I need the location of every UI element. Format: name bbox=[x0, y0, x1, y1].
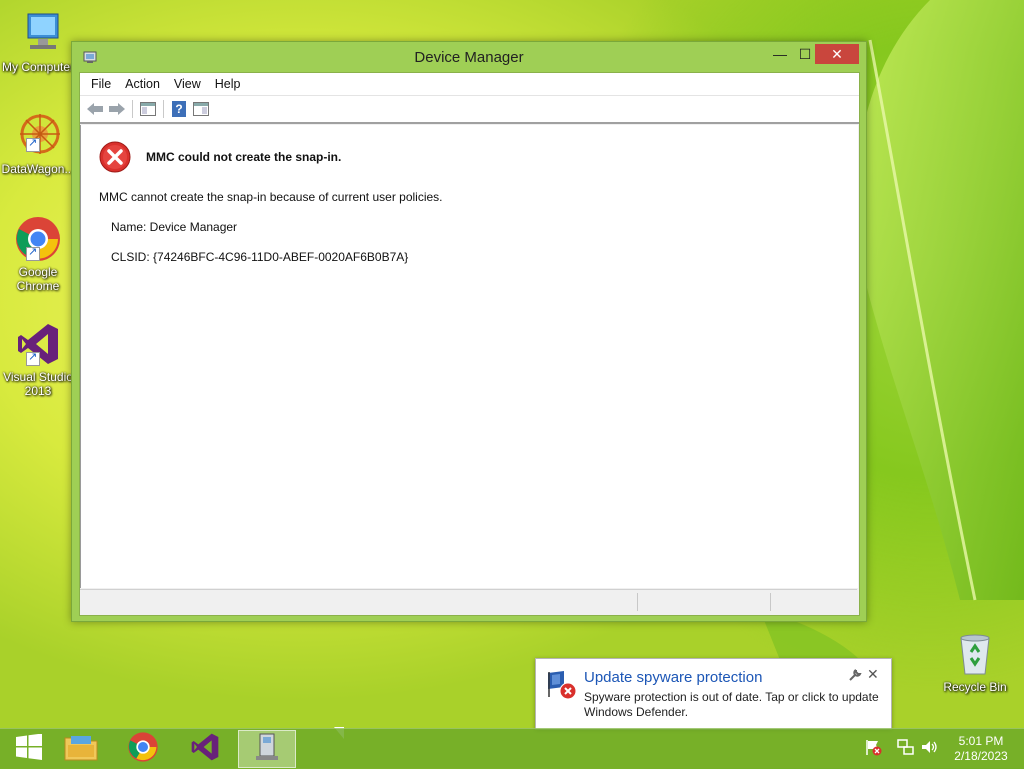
shortcut-arrow-icon bbox=[26, 350, 40, 366]
network-icon[interactable] bbox=[896, 738, 918, 761]
error-clsid: CLSID: {74246BFC-4C96-11D0-ABEF-0020AF6B… bbox=[111, 250, 409, 264]
forward-arrow-icon[interactable] bbox=[106, 99, 128, 119]
error-message: MMC cannot create the snap-in because of… bbox=[99, 190, 443, 204]
system-tray bbox=[864, 729, 942, 769]
folder-icon bbox=[64, 733, 98, 766]
chrome-icon bbox=[127, 731, 159, 768]
volume-icon[interactable] bbox=[920, 738, 942, 761]
status-bar bbox=[80, 589, 857, 614]
device-manager-icon bbox=[252, 732, 282, 767]
computer-icon bbox=[14, 10, 62, 58]
menu-file[interactable]: File bbox=[84, 77, 118, 91]
taskbar-device-manager[interactable] bbox=[238, 730, 296, 768]
toolbar-separator bbox=[163, 100, 164, 118]
menu-view[interactable]: View bbox=[167, 77, 208, 91]
status-bar-separator bbox=[637, 593, 638, 611]
status-bar-separator bbox=[770, 593, 771, 611]
show-hide-console-tree-icon[interactable] bbox=[137, 99, 159, 119]
clock-date: 2/18/2023 bbox=[954, 749, 1008, 763]
windows-defender-icon bbox=[546, 669, 578, 701]
desktop-icon-label: Recycle Bin bbox=[943, 680, 1007, 694]
shortcut-arrow-icon bbox=[26, 136, 40, 152]
error-title: MMC could not create the snap-in. bbox=[146, 150, 342, 164]
desktop-icon-my-computer[interactable]: My Computer bbox=[0, 10, 76, 74]
desktop-icon-datawagon[interactable]: DataWagon... bbox=[0, 112, 76, 176]
device-manager-window: Device Manager — ☐ ✕ File Action View He… bbox=[71, 41, 867, 622]
help-icon[interactable]: ? bbox=[168, 99, 190, 119]
datawagon-icon bbox=[14, 112, 62, 160]
desktop-icon-label: DataWagon... bbox=[1, 162, 75, 176]
window-title: Device Manager bbox=[414, 49, 524, 66]
notification-body: Spyware protection is out of date. Tap o… bbox=[584, 690, 879, 719]
desktop-icon-visual-studio[interactable]: Visual Studio 2013 bbox=[0, 320, 76, 398]
taskbar-google-chrome[interactable] bbox=[114, 730, 172, 768]
action-center-flag-icon[interactable] bbox=[864, 738, 884, 761]
taskbar: 5:01 PM 2/18/2023 bbox=[0, 728, 1024, 769]
toolbar: ? bbox=[80, 96, 859, 124]
windows-logo-icon bbox=[15, 733, 43, 765]
recycle-bin-icon bbox=[951, 630, 999, 678]
menu-help[interactable]: Help bbox=[208, 77, 248, 91]
desktop-icon-google-chrome[interactable]: Google Chrome bbox=[0, 215, 76, 293]
error-icon bbox=[99, 141, 131, 173]
start-button[interactable] bbox=[0, 730, 58, 768]
menu-bar: File Action View Help bbox=[80, 73, 859, 96]
desktop-icon-label: Visual Studio 2013 bbox=[3, 370, 73, 398]
window-client-area: File Action View Help ? MMC could not cr… bbox=[79, 72, 860, 616]
clock-time: 5:01 PM bbox=[958, 734, 1004, 748]
minimize-button[interactable]: — bbox=[767, 44, 793, 64]
toolbar-separator bbox=[132, 100, 133, 118]
window-titlebar[interactable]: Device Manager — ☐ ✕ bbox=[72, 42, 866, 72]
taskbar-clock[interactable]: 5:01 PM 2/18/2023 bbox=[946, 734, 1016, 764]
chrome-icon bbox=[14, 215, 62, 263]
wrench-icon[interactable] bbox=[848, 668, 862, 682]
visual-studio-icon bbox=[189, 731, 221, 768]
svg-text:?: ? bbox=[175, 102, 182, 116]
visual-studio-icon bbox=[14, 320, 62, 368]
desktop-icon-recycle-bin[interactable]: Recycle Bin bbox=[937, 630, 1013, 694]
notification-title: Update spyware protection bbox=[584, 669, 763, 686]
error-snapin-name: Name: Device Manager bbox=[111, 220, 238, 234]
close-button[interactable]: ✕ bbox=[815, 44, 859, 64]
taskbar-visual-studio[interactable] bbox=[176, 730, 234, 768]
snap-in-error-panel: MMC could not create the snap-in. MMC ca… bbox=[80, 125, 858, 588]
defender-notification[interactable]: Update spyware protection Spyware protec… bbox=[535, 658, 892, 730]
menu-action[interactable]: Action bbox=[118, 77, 167, 91]
back-arrow-icon[interactable] bbox=[84, 99, 106, 119]
desktop-icon-label: Google Chrome bbox=[16, 265, 60, 293]
show-action-pane-icon[interactable] bbox=[190, 99, 212, 119]
desktop-icon-label: My Computer bbox=[1, 60, 75, 74]
notification-close-button[interactable]: ✕ bbox=[867, 666, 879, 683]
taskbar-file-explorer[interactable] bbox=[52, 730, 110, 768]
shortcut-arrow-icon bbox=[26, 245, 40, 261]
